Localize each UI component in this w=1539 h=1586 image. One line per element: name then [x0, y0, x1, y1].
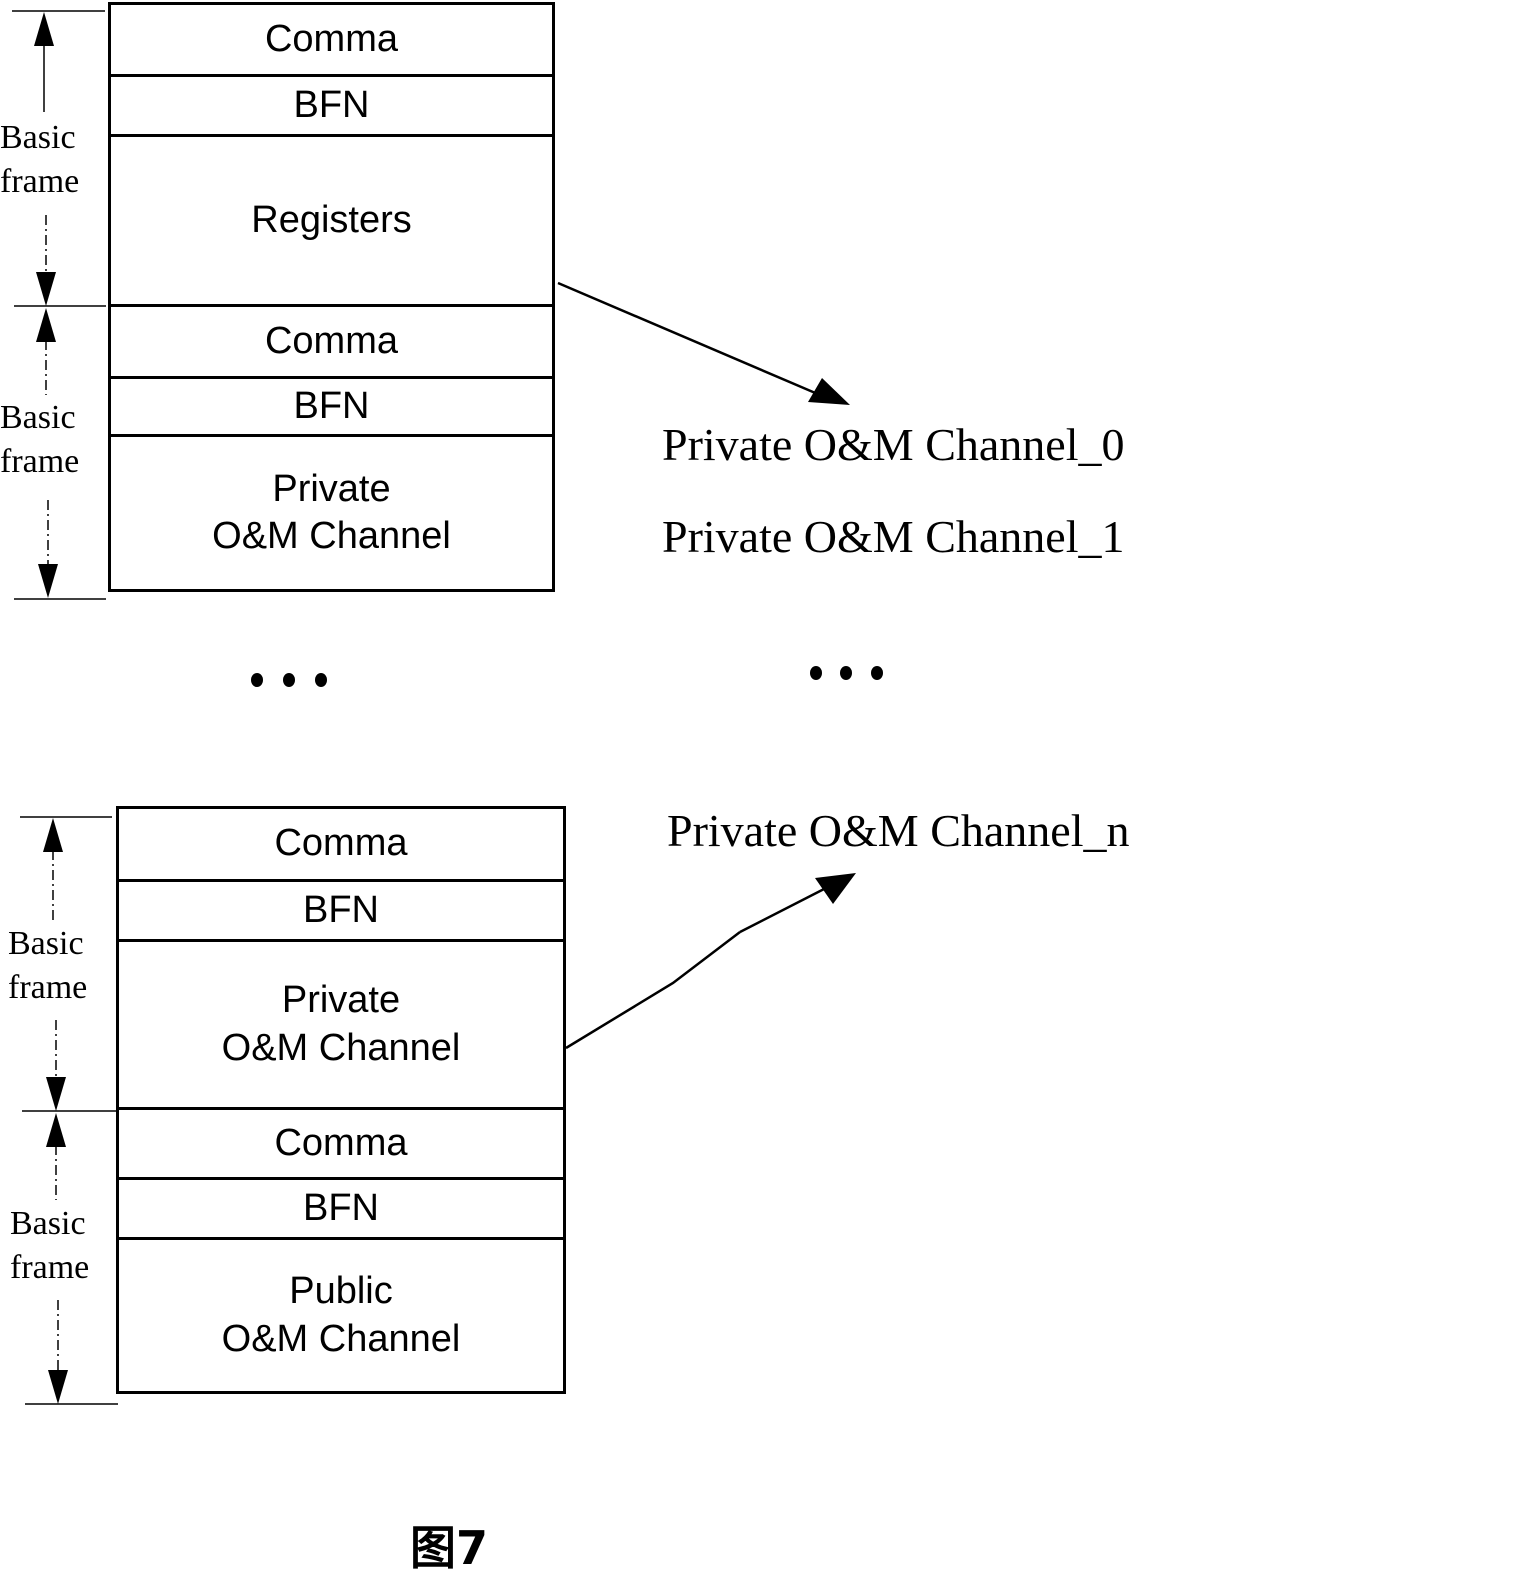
field-label: Comma — [274, 822, 408, 865]
ellipsis-dot — [871, 666, 883, 680]
field-label: Private — [281, 979, 401, 1021]
ellipsis-dot — [283, 673, 295, 687]
bfn-field: BFN — [119, 1180, 563, 1240]
down-arrow-icon — [48, 1300, 68, 1404]
basic-frame-label: Basic frame — [8, 922, 88, 1010]
bottom-frame-stack: Comma BFN Private O&M Channel Comma BFN … — [116, 806, 566, 1394]
public-om-channel-field: Public O&M Channel — [119, 1240, 563, 1391]
down-arrow-icon — [46, 1020, 66, 1111]
private-om-channel-field: Private O&M Channel — [111, 437, 552, 589]
channel-n-label: Private O&M Channel_n — [667, 805, 1130, 856]
top-frame-stack: Comma BFN Registers Comma BFN Private O&… — [108, 2, 555, 592]
field-label: Comma — [264, 319, 399, 362]
arrow-to-channel-n — [565, 873, 856, 1050]
basic-frame-label: Basic frame — [0, 116, 80, 204]
field-label: BFN — [303, 1186, 379, 1229]
field-label: O&M Channel — [221, 1026, 461, 1069]
basic-frame-label: Basic frame — [0, 396, 80, 484]
channel-1-label: Private O&M Channel_1 — [662, 511, 1125, 562]
field-label: Private — [272, 467, 391, 510]
ellipsis-dot — [251, 673, 263, 687]
field-label: O&M Channel — [221, 1317, 461, 1360]
field-label: BFN — [303, 888, 379, 931]
bfn-field: BFN — [119, 882, 563, 942]
comma-field: Comma — [111, 5, 552, 77]
bfn-field: BFN — [111, 77, 552, 137]
diagram-canvas: Basic frame Basic frame Comma BFN Regist… — [0, 0, 1539, 1586]
field-label: BFN — [293, 83, 370, 126]
figure-caption: 图7 — [410, 1521, 489, 1575]
field-label: Registers — [251, 198, 412, 241]
comma-field: Comma — [111, 307, 552, 379]
ellipsis-right — [810, 666, 883, 680]
field-label: O&M Channel — [212, 515, 451, 557]
ellipsis-dot — [315, 673, 327, 687]
ellipsis-dot — [810, 666, 822, 680]
basic-frame-label: Basic frame — [10, 1202, 90, 1290]
ellipsis-dot — [840, 666, 852, 680]
down-arrow-icon — [36, 215, 56, 306]
bfn-field: BFN — [111, 379, 552, 437]
comma-field: Comma — [119, 1110, 563, 1180]
top-dimension-markers — [12, 10, 106, 600]
bottom-dimension-markers — [20, 816, 118, 1405]
private-om-channel-field: Private O&M Channel — [119, 942, 563, 1110]
up-arrow-icon — [36, 308, 56, 395]
channel-0-label: Private O&M Channel_0 — [662, 419, 1125, 470]
field-label: Public — [289, 1270, 393, 1312]
registers-field: Registers — [111, 137, 552, 307]
arrow-to-channel-0 — [557, 281, 850, 405]
field-label: BFN — [293, 384, 370, 427]
down-arrow-icon — [38, 500, 58, 598]
up-arrow-icon — [46, 1113, 66, 1200]
ellipsis-left — [251, 673, 327, 687]
field-label: Comma — [264, 17, 399, 60]
up-arrow-icon — [34, 12, 54, 112]
field-label: Comma — [274, 1121, 408, 1164]
up-arrow-icon — [43, 818, 63, 925]
comma-field: Comma — [119, 809, 563, 882]
